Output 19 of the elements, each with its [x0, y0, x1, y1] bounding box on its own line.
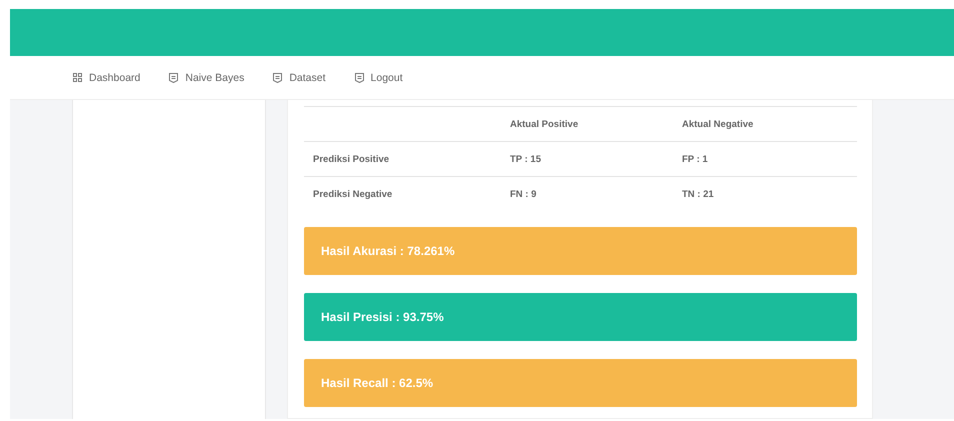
nav-link[interactable]: Dataset	[273, 72, 326, 84]
table-cell: FP : 1	[673, 142, 857, 176]
column-header: Aktual Negative	[673, 106, 857, 142]
result-alert: Hasil Akurasi : 78.261%	[304, 227, 857, 275]
nav-link[interactable]: Naive Bayes	[169, 72, 244, 84]
document-icon	[273, 72, 282, 82]
row-header: Prediksi Positive	[304, 142, 501, 176]
table-cell: FN : 9	[501, 176, 673, 211]
row-header: Prediksi Negative	[304, 176, 501, 211]
document-icon	[354, 72, 364, 82]
nav-link[interactable]: Logout	[354, 72, 403, 84]
result-alert: Hasil Presisi : 93.75%	[304, 293, 857, 341]
result-alert: Hasil Recall : 62.5%	[304, 359, 857, 407]
column-header: Aktual Positive	[501, 106, 673, 142]
grid-icon	[73, 73, 82, 82]
table-cell: TN : 21	[673, 176, 857, 211]
document-icon	[169, 72, 178, 82]
nav-link[interactable]: Dashboard	[73, 72, 140, 84]
table-cell: TP : 15	[501, 142, 673, 176]
